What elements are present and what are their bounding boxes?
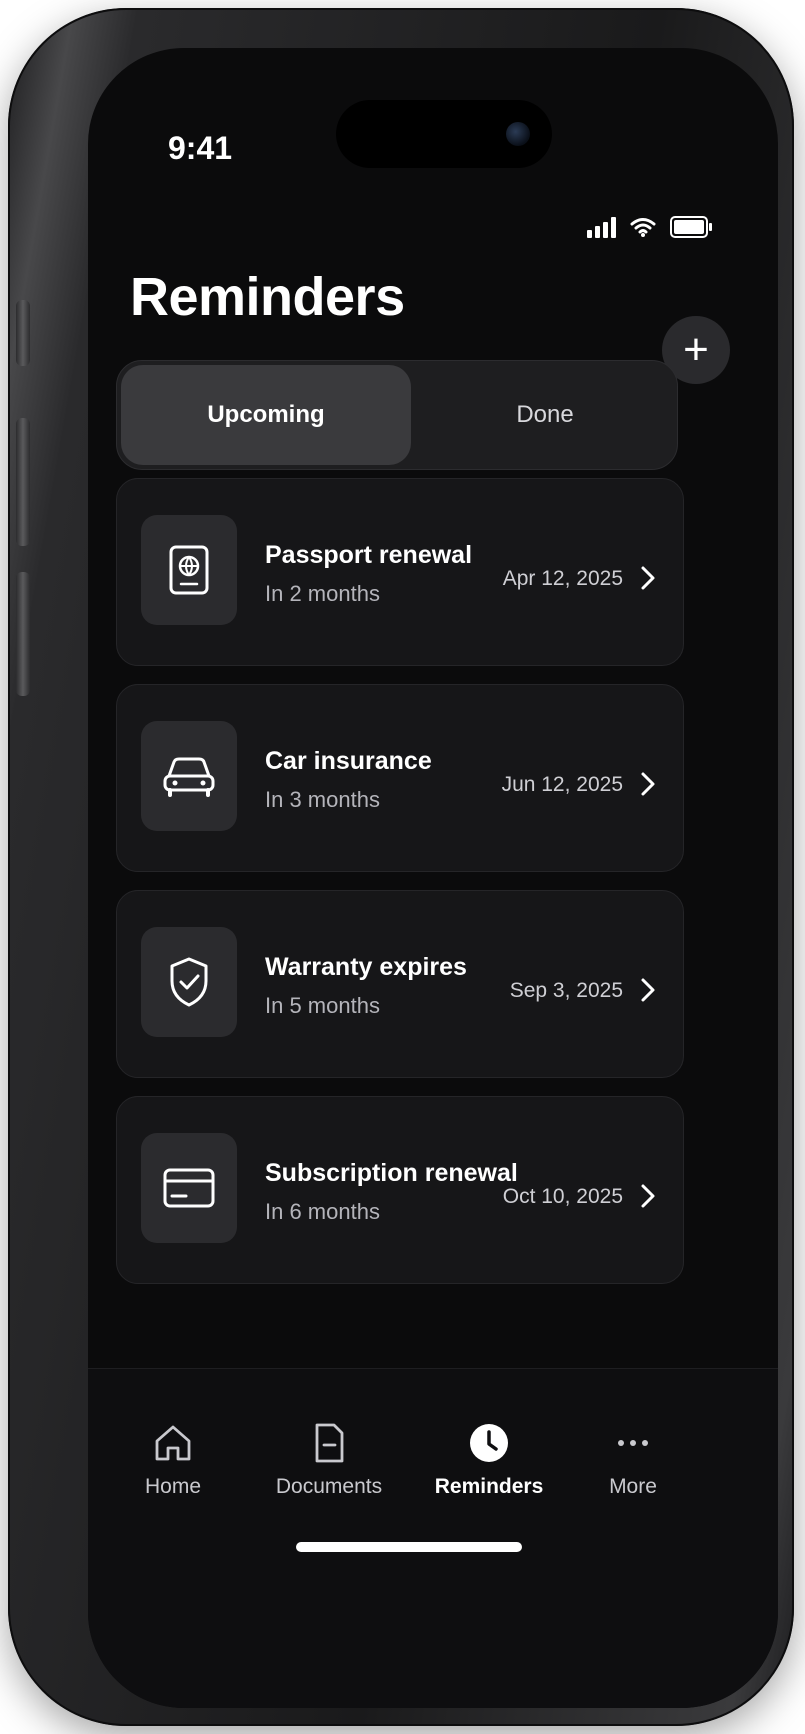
reminder-card-subscription[interactable]: Subscription renewal In 6 months Oct 10,… (116, 1096, 684, 1284)
app-screen: 9:41 Reminders + Upcoming Done Passport … (88, 48, 778, 1708)
camera-icon (506, 122, 530, 146)
page-title: Reminders (130, 267, 405, 327)
credit-card-icon (141, 1133, 237, 1243)
chevron-right-icon (641, 978, 655, 1002)
volume-down-button (16, 572, 30, 696)
reminder-title: Subscription renewal (265, 1159, 518, 1187)
more-dots-icon (618, 1440, 648, 1446)
wifi-icon (630, 218, 656, 237)
passport-icon (141, 515, 237, 625)
tab-more[interactable]: More (568, 1421, 698, 1499)
tab-label: Home (144, 1475, 202, 1498)
reminder-card-car[interactable]: Car insurance In 3 months Jun 12, 2025 (116, 684, 684, 872)
home-icon (155, 1425, 191, 1461)
clock-icon (470, 1424, 508, 1462)
reminder-date: Sep 3, 2025 (509, 979, 623, 1002)
cellular-signal-icon (587, 216, 616, 238)
dynamic-island (336, 100, 552, 168)
reminder-subtitle: In 5 months (265, 993, 380, 1018)
reminder-date: Jun 12, 2025 (501, 773, 623, 796)
car-icon (141, 721, 237, 831)
tab-bar: Home Documents Reminders More (88, 1368, 778, 1708)
reminder-subtitle: In 2 months (265, 581, 380, 606)
reminder-date: Apr 12, 2025 (502, 567, 623, 590)
reminder-subtitle: In 6 months (265, 1199, 380, 1224)
phone-frame: 9:41 Reminders + Upcoming Done Passport … (8, 8, 794, 1726)
reminder-card-warranty[interactable]: Warranty expires In 5 months Sep 3, 2025 (116, 890, 684, 1078)
tab-documents[interactable]: Documents (264, 1421, 394, 1499)
chevron-right-icon (641, 1184, 655, 1208)
segmented-control: Upcoming Done (116, 360, 678, 470)
volume-up-button (16, 418, 30, 546)
home-indicator[interactable] (296, 1542, 522, 1552)
reminder-subtitle: In 3 months (265, 787, 380, 812)
reminder-card-passport[interactable]: Passport renewal In 2 months Apr 12, 202… (116, 478, 684, 666)
shield-check-icon (141, 927, 237, 1037)
tab-home[interactable]: Home (108, 1421, 238, 1499)
reminder-title: Warranty expires (265, 953, 467, 981)
document-icon (315, 1423, 344, 1463)
plus-icon: + (683, 325, 709, 374)
reminder-list: Passport renewal In 2 months Apr 12, 202… (116, 478, 684, 1302)
chevron-right-icon (641, 772, 655, 796)
tab-label: More (609, 1475, 657, 1498)
reminder-date: Oct 10, 2025 (502, 1185, 623, 1208)
status-time: 9:41 (168, 130, 233, 166)
segment-done[interactable]: Done (417, 361, 673, 469)
chevron-right-icon (641, 566, 655, 590)
silent-switch (16, 300, 30, 366)
segment-upcoming[interactable]: Upcoming (121, 365, 411, 465)
reminder-title: Passport renewal (265, 541, 473, 569)
status-icons (587, 216, 712, 238)
tab-reminders[interactable]: Reminders (424, 1421, 554, 1499)
tab-label: Documents (275, 1475, 383, 1498)
tab-label: Reminders (434, 1475, 544, 1498)
reminder-title: Car insurance (265, 747, 432, 775)
battery-icon (670, 216, 712, 238)
